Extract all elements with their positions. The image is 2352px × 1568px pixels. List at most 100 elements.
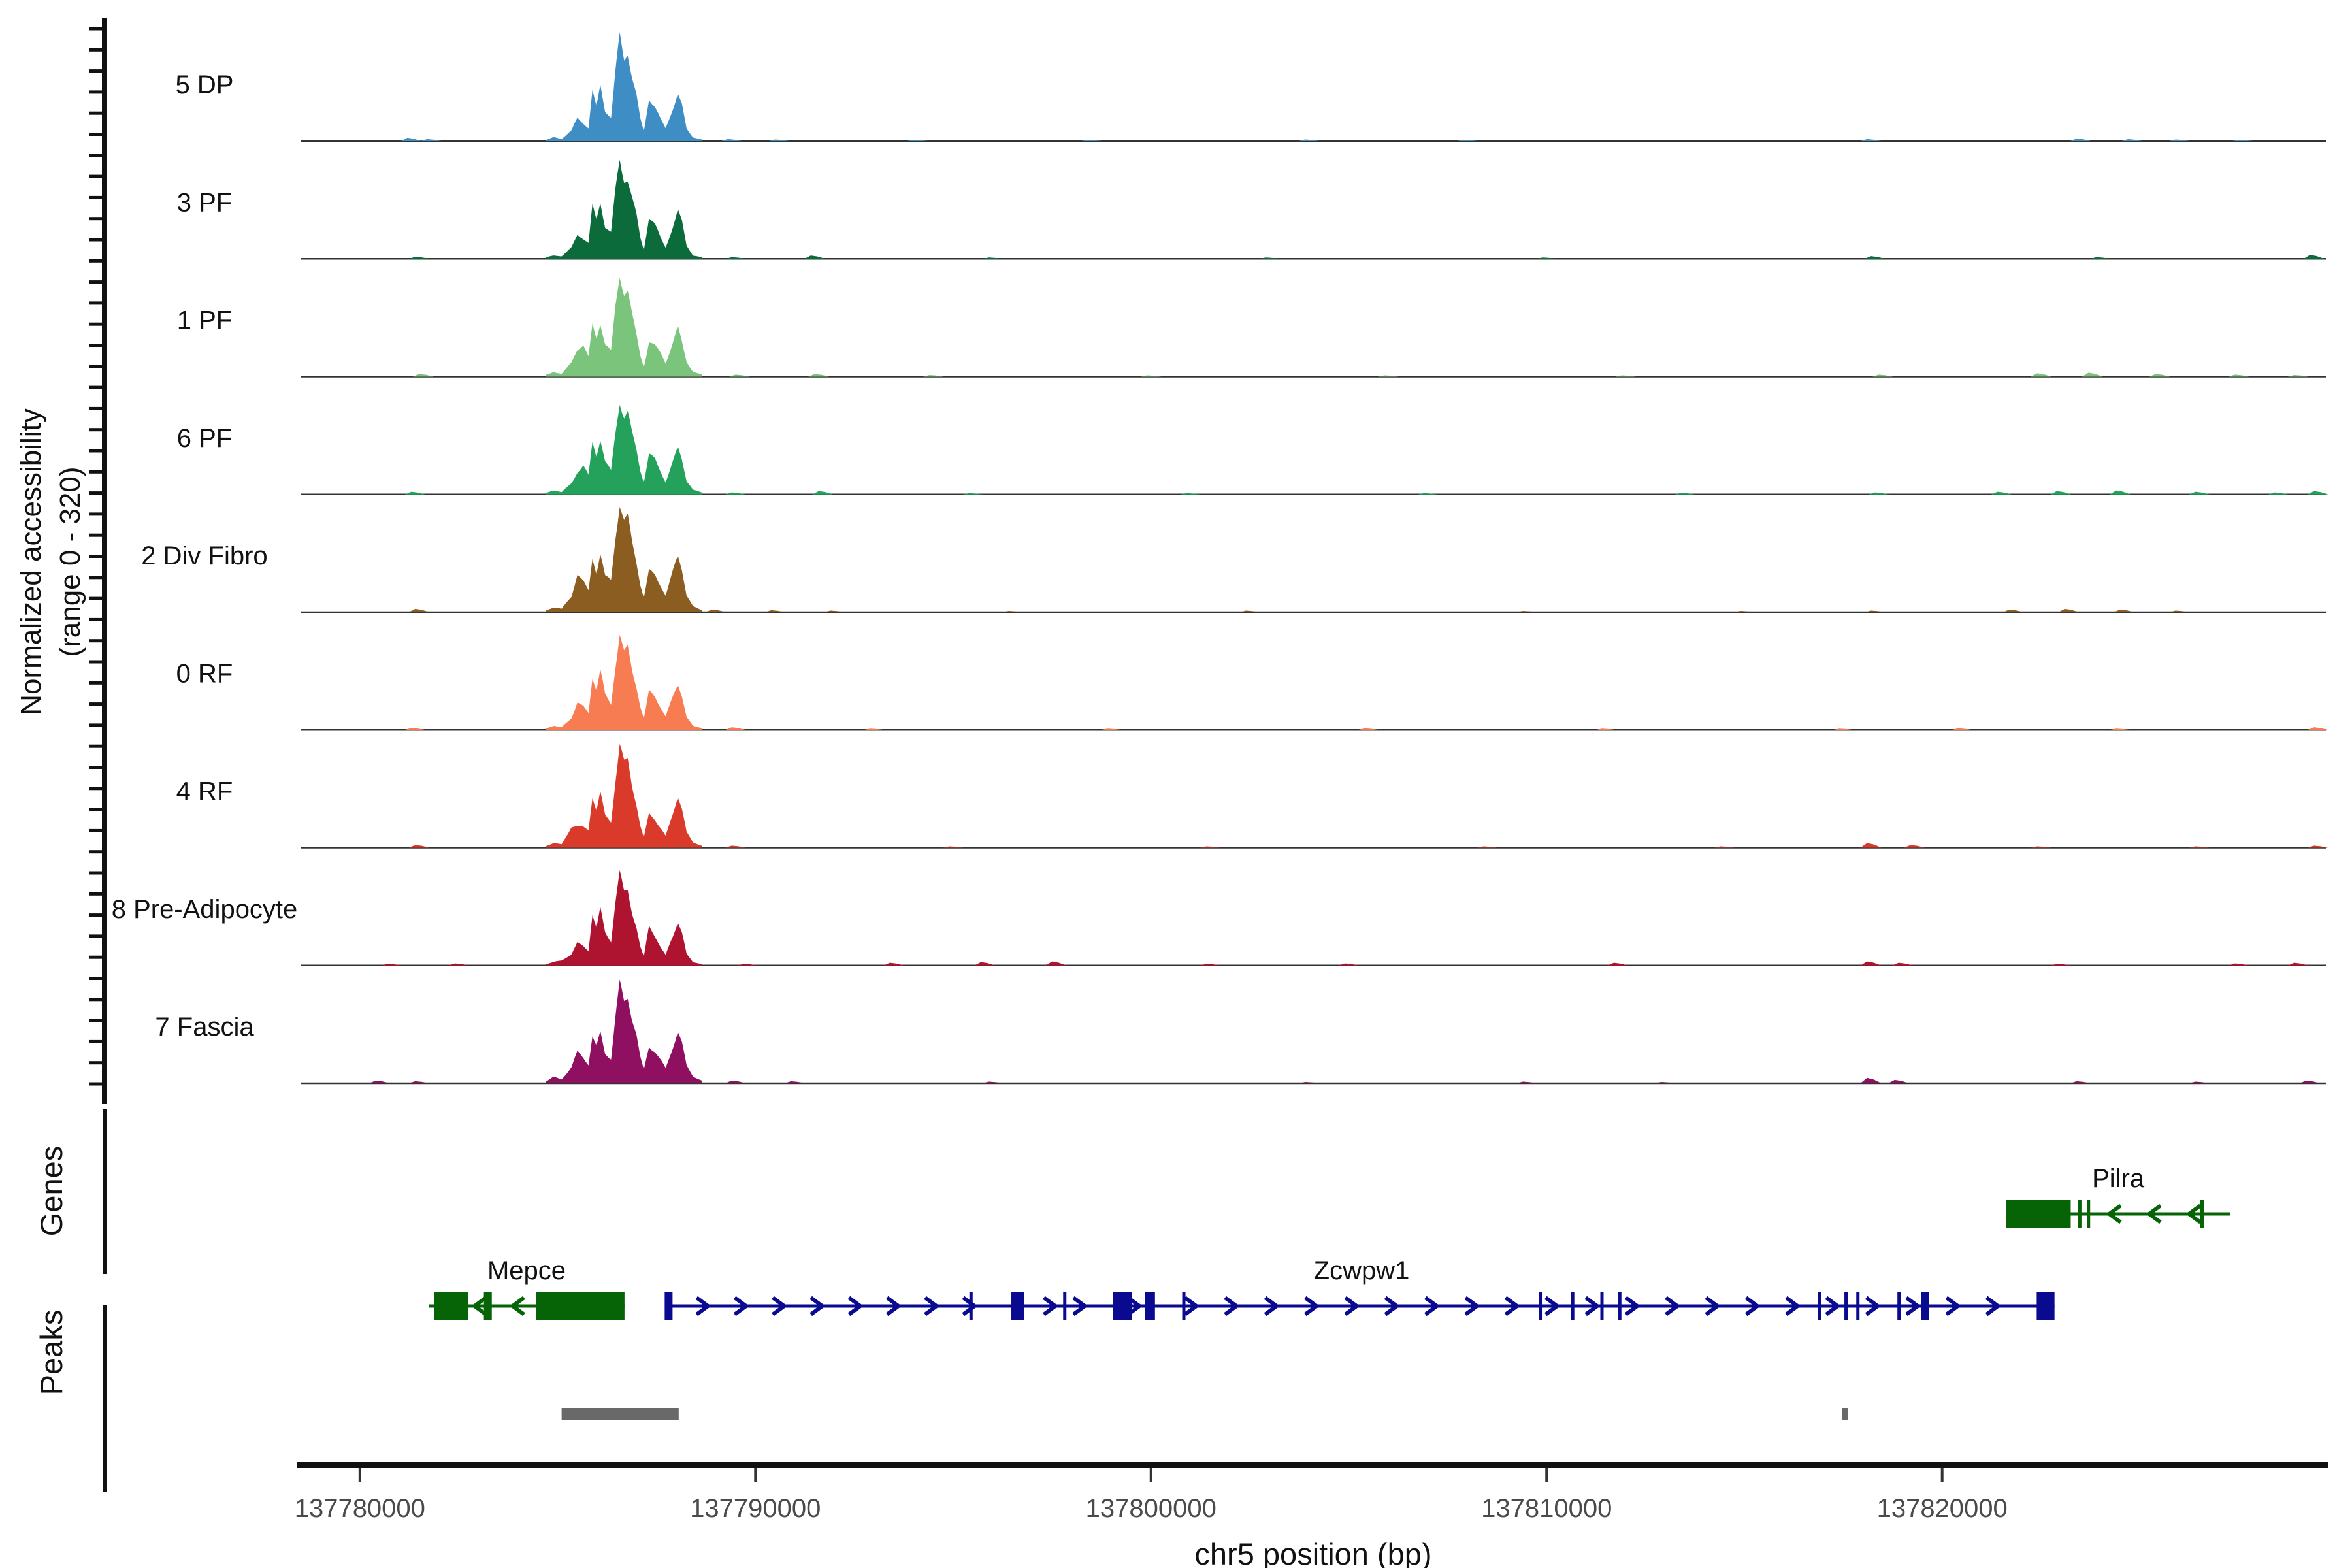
track-noise-bump	[1358, 728, 1379, 730]
axis-minor-tick	[89, 1061, 102, 1064]
axis-minor-tick	[89, 766, 102, 769]
track-noise-bump	[413, 374, 434, 376]
x-axis-line	[297, 1462, 2328, 1468]
axis-minor-tick	[89, 344, 102, 347]
x-axis-tick	[754, 1468, 757, 1482]
axis-minor-tick	[89, 555, 102, 558]
axis-minor-tick	[89, 892, 102, 896]
axis-minor-tick	[89, 576, 102, 579]
track-noise-bump	[725, 845, 746, 847]
track-noise-bump	[405, 492, 426, 495]
axis-minor-tick	[89, 702, 102, 706]
track-noise-bump	[812, 491, 833, 495]
track-noise-bump	[1869, 493, 1889, 495]
track-noise-bump	[737, 964, 758, 966]
track-signal-area	[546, 405, 702, 495]
track-noise-bump	[2288, 963, 2309, 966]
track-noise-bump	[2050, 491, 2071, 495]
track-noise-bump	[409, 845, 430, 847]
track-row: 0 RF	[176, 635, 2328, 730]
axis-minor-tick	[89, 1083, 102, 1086]
track-noise-bump	[1516, 1081, 1537, 1083]
track-noise-bump	[405, 728, 426, 730]
x-axis-tick	[1150, 1468, 1152, 1482]
track-noise-bump	[448, 964, 469, 966]
track-noise-bump	[1952, 728, 1972, 730]
track-signal-area	[546, 278, 702, 376]
axis-minor-tick	[89, 934, 102, 938]
track-signal-area	[546, 870, 702, 966]
track-noise-bump	[2169, 139, 2190, 141]
x-axis-tick-label: 137810000	[1481, 1494, 1612, 1523]
track-noise-bump	[1861, 962, 1882, 966]
track-noise-bump	[369, 1081, 390, 1083]
track-noise-bump	[2070, 1081, 2091, 1083]
track-noise-bump	[409, 257, 430, 259]
track-noise-bump	[725, 1081, 746, 1083]
track-noise-bump	[1239, 610, 1260, 612]
axis-minor-tick	[89, 133, 102, 136]
track-noise-bump	[1991, 492, 2012, 495]
figure-svg: Normalized accessibility (range 0 - 320)…	[0, 0, 2352, 1568]
axis-minor-tick	[89, 280, 102, 284]
gene-exon-tick	[1063, 1292, 1066, 1320]
track-noise-bump	[2189, 1081, 2210, 1083]
x-axis-tick-label: 137780000	[295, 1494, 425, 1523]
gene-exon-tick	[1600, 1292, 1603, 1320]
gene-exon-box	[1145, 1292, 1155, 1320]
peaks-section-label: Peaks	[34, 1310, 69, 1396]
gene-exon-tick	[970, 1292, 973, 1320]
track-noise-bump	[824, 610, 845, 612]
axis-minor-tick	[89, 1040, 102, 1043]
axis-minor-tick	[89, 534, 102, 537]
gene-exon-tick	[1618, 1292, 1622, 1320]
track-noise-bump	[409, 609, 430, 612]
axis-minor-tick	[89, 365, 102, 368]
track-noise-bump	[401, 138, 422, 141]
track-noise-bump	[804, 255, 825, 259]
gene-exon-box	[484, 1292, 492, 1320]
x-axis-tick	[359, 1468, 361, 1482]
track-noise-bump	[2110, 491, 2131, 495]
axis-minor-tick	[89, 618, 102, 621]
track-row: 3 PF	[177, 160, 2326, 259]
track-noise-bump	[706, 610, 727, 612]
axis-minor-tick	[89, 175, 102, 178]
axis-minor-tick	[89, 829, 102, 832]
track-noise-bump	[1607, 963, 1628, 966]
track-noise-bump	[2229, 964, 2249, 966]
x-axis-tick	[1941, 1468, 1944, 1482]
track-noise-bump	[729, 374, 750, 376]
track-signal-area	[546, 32, 702, 141]
track-row: 5 DP	[176, 32, 2326, 141]
track-row: 4 RF	[176, 744, 2328, 848]
track-noise-bump	[808, 374, 829, 376]
gene-exon-box	[2006, 1200, 2071, 1228]
axis-minor-tick	[89, 238, 102, 242]
x-axis-title: chr5 position (bp)	[1194, 1537, 1431, 1568]
axis-minor-tick	[89, 323, 102, 326]
track-row: 6 PF	[177, 405, 2328, 495]
axis-minor-tick	[89, 998, 102, 1001]
gene-exon-tick	[1921, 1292, 1929, 1320]
y-axis-label-line1: Normalized accessibility	[15, 408, 47, 715]
track-noise-bump	[2003, 610, 2024, 612]
gene-exon-tick	[1844, 1292, 1848, 1320]
track-noise-bump	[769, 139, 790, 141]
track-noise-bump	[1865, 256, 1886, 259]
genes-section-label: Genes	[34, 1146, 69, 1236]
track-noise-bump	[2189, 492, 2210, 495]
track-noise-bump	[2121, 139, 2142, 141]
track-noise-bump	[923, 375, 944, 377]
axis-minor-tick	[89, 661, 102, 664]
axis-minor-tick	[89, 386, 102, 389]
track-label: 2 Div Fibro	[141, 542, 267, 570]
track-row: 2 Div Fibro	[141, 507, 2326, 612]
track-noise-bump	[1892, 963, 1913, 966]
y-axis-label-line2: (range 0 - 320)	[54, 466, 86, 657]
track-noise-bump	[2050, 964, 2071, 966]
track-noise-bump	[1861, 843, 1882, 847]
gene-name-label: Mepce	[487, 1256, 566, 1285]
track-row: 8 Pre-Adipocyte	[112, 870, 2326, 966]
track-noise-bump	[1299, 139, 1320, 141]
